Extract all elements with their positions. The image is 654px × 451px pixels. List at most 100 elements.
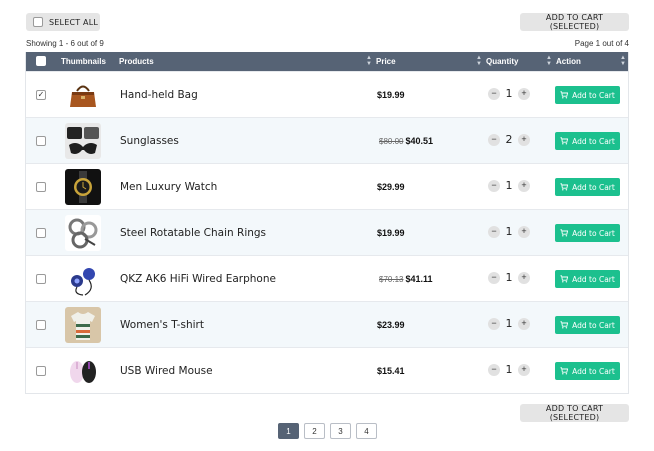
sort-icon[interactable]: ▲ ▼: [366, 55, 372, 67]
product-thumbnail: [65, 307, 101, 343]
add-to-cart-label: Add to Cart: [572, 366, 615, 376]
cart-icon: [560, 321, 572, 329]
pagination: 1234: [278, 423, 377, 439]
product-price: $19.99: [377, 72, 405, 118]
quantity-stepper: −2 +: [488, 133, 530, 146]
table-row: ✓ Hand-held Bag $19.99 −1 + Add to Cart: [26, 71, 628, 117]
current-price: $19.99: [377, 90, 405, 100]
page-button-3[interactable]: 3: [330, 423, 351, 439]
add-to-cart-button[interactable]: Add to Cart: [555, 224, 620, 242]
add-to-cart-label: Add to Cart: [572, 182, 615, 192]
row-select-checkbox[interactable]: [36, 136, 46, 146]
product-price: $80.00 $40.51: [379, 118, 433, 164]
add-to-cart-label: Add to Cart: [572, 90, 615, 100]
add-to-cart-selected-button-top[interactable]: ADD TO CART (SELECTED): [520, 13, 629, 31]
page-button-1[interactable]: 1: [278, 423, 299, 439]
current-price: $29.99: [377, 182, 405, 192]
add-to-cart-label: Add to Cart: [572, 274, 615, 284]
sort-icon[interactable]: ▲ ▼: [546, 55, 552, 67]
quantity-stepper: −1 +: [488, 317, 530, 330]
add-to-cart-button[interactable]: Add to Cart: [555, 86, 620, 104]
select-all-button[interactable]: SELECT ALL: [26, 13, 100, 31]
decrease-quantity-button[interactable]: −: [488, 271, 500, 284]
add-to-cart-selected-button-bottom[interactable]: ADD TO CART (SELECTED): [520, 404, 629, 422]
add-to-cart-label: Add to Cart: [572, 228, 615, 238]
add-to-cart-button[interactable]: Add to Cart: [555, 270, 620, 288]
products-table: Thumbnails Products ▲ ▼ Price ▲ ▼ Quantity…: [25, 52, 629, 394]
quantity-value[interactable]: 1: [500, 317, 518, 330]
select-all-label: SELECT ALL: [49, 17, 99, 27]
decrease-quantity-button[interactable]: −: [488, 133, 500, 146]
page-button-2[interactable]: 2: [304, 423, 325, 439]
sort-icon[interactable]: ▲ ▼: [620, 55, 626, 67]
table-row: QKZ AK6 HiFi Wired Earphone $70.13 $41.11 −…: [26, 255, 628, 301]
product-thumbnail: [65, 261, 101, 297]
cart-icon: [560, 91, 572, 99]
column-header-thumbnails: Thumbnails: [61, 57, 106, 66]
increase-quantity-button[interactable]: +: [518, 179, 530, 192]
column-header-action: Action: [556, 57, 581, 66]
column-header-quantity[interactable]: Quantity: [486, 52, 518, 71]
add-to-cart-label: Add to Cart: [572, 136, 615, 146]
add-to-cart-button[interactable]: Add to Cart: [555, 132, 620, 150]
product-name: QKZ AK6 HiFi Wired Earphone: [120, 273, 276, 285]
increase-quantity-button[interactable]: +: [518, 133, 530, 146]
quantity-value[interactable]: 1: [500, 363, 518, 376]
header-select-checkbox[interactable]: [36, 56, 46, 66]
column-header-price[interactable]: Price: [376, 52, 396, 71]
increase-quantity-button[interactable]: +: [518, 271, 530, 284]
increase-quantity-button[interactable]: +: [518, 317, 530, 330]
row-select-checkbox[interactable]: [36, 366, 46, 376]
table-row: Men Luxury Watch $29.99 −1 + Add to Cart: [26, 163, 628, 209]
add-to-cart-button[interactable]: Add to Cart: [555, 316, 620, 334]
sort-icon[interactable]: ▲ ▼: [476, 55, 482, 67]
quantity-value[interactable]: 2: [500, 133, 518, 146]
decrease-quantity-button[interactable]: −: [488, 317, 500, 330]
product-name: Women's T-shirt: [120, 319, 204, 331]
page-button-4[interactable]: 4: [356, 423, 377, 439]
quantity-stepper: −1 +: [488, 225, 530, 238]
increase-quantity-button[interactable]: +: [518, 225, 530, 238]
cart-icon: [560, 183, 572, 191]
decrease-quantity-button[interactable]: −: [488, 87, 500, 100]
select-all-checkbox[interactable]: [33, 17, 43, 27]
table-row: Women's T-shirt $23.99 −1 + Add to Cart: [26, 301, 628, 347]
table-header: Thumbnails Products ▲ ▼ Price ▲ ▼ Quantity…: [26, 52, 628, 71]
product-name: Hand-held Bag: [120, 89, 198, 101]
decrease-quantity-button[interactable]: −: [488, 363, 500, 376]
product-price: $23.99: [377, 302, 405, 348]
quantity-value[interactable]: 1: [500, 179, 518, 192]
increase-quantity-button[interactable]: +: [518, 363, 530, 376]
product-thumbnail: [65, 123, 101, 159]
column-header-products[interactable]: Products: [119, 52, 154, 71]
add-to-cart-label: Add to Cart: [572, 320, 615, 330]
product-name: Men Luxury Watch: [120, 181, 218, 193]
product-name: Steel Rotatable Chain Rings: [120, 227, 267, 239]
current-price: $19.99: [377, 228, 405, 238]
quantity-value[interactable]: 1: [500, 271, 518, 284]
quantity-stepper: −1 +: [488, 271, 530, 284]
product-name: USB Wired Mouse: [120, 365, 213, 377]
increase-quantity-button[interactable]: +: [518, 87, 530, 100]
product-price: $15.41: [377, 348, 405, 394]
row-select-checkbox[interactable]: [36, 228, 46, 238]
decrease-quantity-button[interactable]: −: [488, 225, 500, 238]
decrease-quantity-button[interactable]: −: [488, 179, 500, 192]
row-select-checkbox[interactable]: [36, 320, 46, 330]
product-thumbnail: [65, 215, 101, 251]
quantity-value[interactable]: 1: [500, 87, 518, 100]
current-price: $23.99: [377, 320, 405, 330]
original-price: $80.00: [379, 136, 404, 146]
add-to-cart-button[interactable]: Add to Cart: [555, 362, 620, 380]
quantity-stepper: −1 +: [488, 179, 530, 192]
row-select-checkbox[interactable]: ✓: [36, 90, 46, 100]
add-to-cart-button[interactable]: Add to Cart: [555, 178, 620, 196]
row-select-checkbox[interactable]: [36, 274, 46, 284]
quantity-stepper: −1 +: [488, 87, 530, 100]
page-info-text: Page 1 out of 4: [574, 39, 629, 48]
showing-count-text: Showing 1 - 6 out of 9: [26, 39, 104, 48]
row-select-checkbox[interactable]: [36, 182, 46, 192]
cart-icon: [560, 275, 572, 283]
product-thumbnail: [65, 353, 101, 389]
quantity-value[interactable]: 1: [500, 225, 518, 238]
